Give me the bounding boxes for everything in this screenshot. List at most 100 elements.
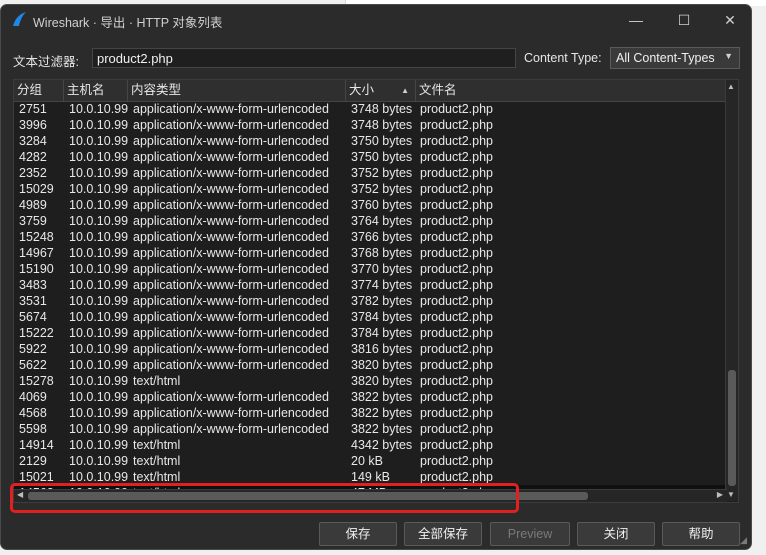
table-row[interactable]: 15021 10.0.10.99 text/html 149 kB product2.p… [14,469,727,485]
cell-content-type: text/html [133,470,181,484]
table-row[interactable]: 2129 10.0.10.99 text/html 20 kB product2.php [14,453,727,469]
table-row[interactable]: 3483 10.0.10.99 application/x-www-form-url… [14,277,727,293]
cell-filename: product2.php [420,406,493,420]
table-row[interactable]: 15278 10.0.10.99 text/html 3820 bytes produc… [14,373,727,389]
table-row[interactable]: 4069 10.0.10.99 application/x-www-form-url… [14,389,727,405]
cell-packet: 15029 [19,182,54,196]
save-all-button[interactable]: 全部保存 [404,522,482,546]
cell-hostname: 10.0.10.99 [69,294,129,308]
size-header-label: 大小 [349,83,375,97]
cell-content-type: application/x-www-form-urlencoded [133,310,329,324]
resize-grip-icon[interactable]: ◢ [740,535,747,546]
cell-packet: 3531 [19,294,47,308]
save-button[interactable]: 保存 [319,522,397,546]
chevron-down-icon: ▼ [724,51,733,61]
column-header-hostname[interactable]: 主机名 [64,80,128,101]
scroll-up-icon[interactable]: ▲ [727,82,735,91]
table-row[interactable]: 5622 10.0.10.99 application/x-www-form-url… [14,357,727,373]
cell-packet: 3483 [19,278,47,292]
cell-hostname: 10.0.10.99 [69,214,129,228]
text-filter-input[interactable] [92,48,516,68]
cell-size: 3766 bytes [351,230,413,244]
help-button[interactable]: 帮助 [662,522,740,546]
cell-content-type: application/x-www-form-urlencoded [133,342,329,356]
table-row[interactable]: 15248 10.0.10.99 application/x-www-form-ur… [14,229,727,245]
cell-content-type: application/x-www-form-urlencoded [133,358,329,372]
cell-hostname: 10.0.10.99 [69,230,129,244]
cell-packet: 5622 [19,358,47,372]
close-button[interactable]: 关闭 [577,522,655,546]
cell-hostname: 10.0.10.99 [69,358,129,372]
cell-content-type: text/html [133,454,181,468]
cell-packet: 3759 [19,214,47,228]
table-row[interactable]: 4568 10.0.10.99 application/x-www-form-url… [14,405,727,421]
horizontal-scroll-thumb[interactable] [28,492,588,500]
cell-content-type: text/html [133,374,181,388]
table-row[interactable]: 3759 10.0.10.99 application/x-www-form-url… [14,213,727,229]
column-header-content-type[interactable]: 内容类型 [128,80,346,101]
cell-packet: 14967 [19,246,54,260]
cell-size: 3822 bytes [351,422,413,436]
cell-content-type: application/x-www-form-urlencoded [133,326,329,340]
minimize-button[interactable]: — [621,8,651,32]
cell-size: 3820 bytes [351,374,413,388]
vertical-scrollbar[interactable]: ▲ ▼ [725,80,738,501]
table-row[interactable]: 4989 10.0.10.99 application/x-www-form-url… [14,197,727,213]
cell-size: 3822 bytes [351,390,413,404]
cell-content-type: application/x-www-form-urlencoded [133,278,329,292]
column-header-size[interactable]: 大小 ▲ [346,80,416,101]
scroll-left-icon[interactable]: ◀ [17,490,23,499]
table-row[interactable]: 3996 10.0.10.99 application/x-www-form-url… [14,117,727,133]
cell-content-type: application/x-www-form-urlencoded [133,166,329,180]
table-row[interactable]: 5598 10.0.10.99 application/x-www-form-url… [14,421,727,437]
cell-filename: product2.php [420,134,493,148]
column-header-filename[interactable]: 文件名 [416,80,727,101]
table-row[interactable]: 15029 10.0.10.99 application/x-www-form-ur… [14,181,727,197]
cell-content-type: application/x-www-form-urlencoded [133,406,329,420]
cell-size: 3748 bytes [351,118,413,132]
table-row[interactable]: 5674 10.0.10.99 application/x-www-form-url… [14,309,727,325]
cell-packet: 14914 [19,438,54,452]
content-type-select[interactable]: All Content-Types ▼ [610,47,740,69]
cell-hostname: 10.0.10.99 [69,150,129,164]
table-row[interactable]: 2352 10.0.10.99 application/x-www-form-url… [14,165,727,181]
wireshark-fin-icon [13,12,26,26]
cell-packet: 3996 [19,118,47,132]
cell-packet: 2129 [19,454,47,468]
cell-hostname: 10.0.10.99 [69,390,129,404]
cell-content-type: application/x-www-form-urlencoded [133,230,329,244]
table-row[interactable]: 5922 10.0.10.99 application/x-www-form-url… [14,341,727,357]
maximize-button[interactable]: ☐ [669,8,699,32]
preview-button[interactable]: Preview [490,522,570,546]
content-type-label: Content Type: [524,51,602,65]
table-row[interactable]: 15190 10.0.10.99 application/x-www-form-ur… [14,261,727,277]
scroll-right-icon[interactable]: ▶ [717,490,723,499]
cell-size: 3822 bytes [351,406,413,420]
table-row[interactable]: 2751 10.0.10.99 application/x-www-form-url… [14,101,727,117]
cell-packet: 15248 [19,230,54,244]
cell-size: 3774 bytes [351,278,413,292]
table-row[interactable]: 4282 10.0.10.99 application/x-www-form-url… [14,149,727,165]
content-type-value: All Content-Types [616,51,715,65]
close-window-button[interactable]: ✕ [715,8,745,32]
table-row[interactable]: 3284 10.0.10.99 application/x-www-form-url… [14,133,727,149]
cell-size: 3816 bytes [351,342,413,356]
cell-content-type: application/x-www-form-urlencoded [133,134,329,148]
table-row[interactable]: 14914 10.0.10.99 text/html 4342 bytes produc… [14,437,727,453]
cell-filename: product2.php [420,214,493,228]
cell-packet: 15278 [19,374,54,388]
horizontal-scrollbar[interactable]: ◀ ▶ [14,489,727,502]
cell-hostname: 10.0.10.99 [69,102,129,116]
table-row[interactable]: 14967 10.0.10.99 application/x-www-form-ur… [14,245,727,261]
table-row[interactable]: 3531 10.0.10.99 application/x-www-form-url… [14,293,727,309]
export-http-objects-dialog: Wireshark · 导出 · HTTP 对象列表 — ☐ ✕ 文本过滤器: … [0,4,752,550]
scroll-down-icon[interactable]: ▼ [727,490,735,499]
cell-size: 3782 bytes [351,294,413,308]
cell-size: 3750 bytes [351,150,413,164]
cell-packet: 5674 [19,310,47,324]
cell-content-type: application/x-www-form-urlencoded [133,102,329,116]
vertical-scroll-thumb[interactable] [728,370,736,486]
table-row[interactable]: 15222 10.0.10.99 application/x-www-form-ur… [14,325,727,341]
cell-size: 20 kB [351,454,383,468]
column-header-packet[interactable]: 分组 [14,80,64,101]
